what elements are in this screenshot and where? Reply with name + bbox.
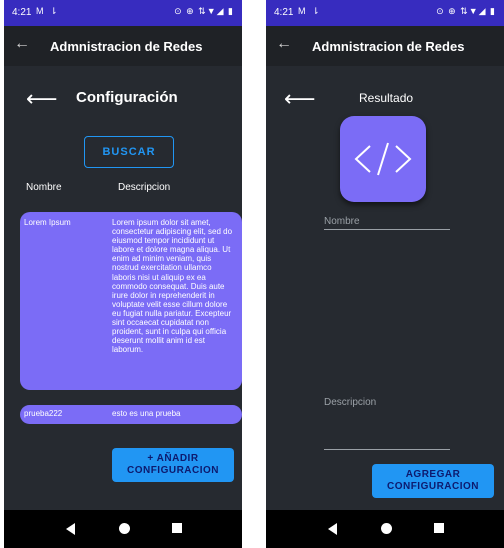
page-title: Configuración [76, 89, 178, 106]
config-name: prueba222 [24, 409, 63, 418]
add-button-line-2: CONFIGURACION [126, 465, 220, 476]
nav-back-icon[interactable] [328, 523, 337, 535]
config-name: Lorem Ipsum [24, 218, 71, 227]
app-title: Admnistracion de Redes [50, 39, 203, 54]
nav-recents-icon[interactable] [172, 523, 182, 533]
notification-icons: M ⇂ [36, 6, 60, 16]
name-field[interactable]: Nombre [324, 216, 450, 230]
add-configuration-button[interactable]: AGREGAR CONFIGURACION [372, 464, 494, 498]
nav-recents-icon[interactable] [434, 523, 444, 533]
add-button-line-1: + AÑADIR [147, 453, 199, 464]
system-navigation-bar [266, 510, 504, 548]
nav-back-icon[interactable] [66, 523, 75, 535]
search-button[interactable]: BUSCAR [84, 136, 174, 168]
column-header-description: Descripcion [118, 182, 171, 193]
status-time: 4:21 [274, 7, 294, 18]
app-title: Admnistracion de Redes [312, 39, 465, 54]
config-description: esto es una prueba [112, 409, 181, 418]
status-bar: 4:21 M ⇂ ⊙ ⊕ ⇅▼◢ ▮ [266, 0, 504, 26]
add-configuration-button[interactable]: + AÑADIR CONFIGURACION [112, 448, 234, 482]
system-status-icons: ⊙ ⊕ ⇅▼◢ ▮ [174, 6, 234, 16]
system-navigation-bar [4, 510, 242, 548]
nav-home-icon[interactable] [381, 523, 392, 534]
app-bar: ← Admnistracion de Redes [266, 26, 504, 66]
configuration-screen: 4:21 M ⇂ ⊙ ⊕ ⇅▼◢ ▮ ← Admnistracion de Re… [4, 0, 242, 548]
app-bar: ← Admnistracion de Redes [4, 26, 242, 66]
status-bar: 4:21 M ⇂ ⊙ ⊕ ⇅▼◢ ▮ [4, 0, 242, 26]
result-screen: 4:21 M ⇂ ⊙ ⊕ ⇅▼◢ ▮ ← Admnistracion de Re… [266, 0, 504, 548]
add-button-line-1: AGREGAR [405, 469, 461, 480]
config-card[interactable]: prueba222 esto es una prueba [20, 405, 242, 424]
back-arrow-icon[interactable]: ⟵ [284, 86, 316, 112]
appbar-back-icon[interactable]: ← [276, 35, 292, 53]
code-icon [340, 116, 426, 202]
add-button-line-2: CONFIGURACION [386, 481, 480, 492]
system-status-icons: ⊙ ⊕ ⇅▼◢ ▮ [436, 6, 496, 16]
page-title: Resultado [359, 91, 414, 105]
description-field[interactable]: Descripcion [324, 397, 450, 450]
appbar-back-icon[interactable]: ← [14, 35, 30, 53]
column-header-name: Nombre [26, 182, 62, 193]
status-time: 4:21 [12, 7, 32, 18]
nav-home-icon[interactable] [119, 523, 130, 534]
back-arrow-icon[interactable]: ⟵ [26, 86, 58, 112]
config-description: Lorem ipsum dolor sit amet, consectetur … [112, 218, 233, 355]
notification-icons: M ⇂ [298, 6, 322, 16]
config-card[interactable]: Lorem Ipsum Lorem ipsum dolor sit amet, … [20, 212, 242, 390]
